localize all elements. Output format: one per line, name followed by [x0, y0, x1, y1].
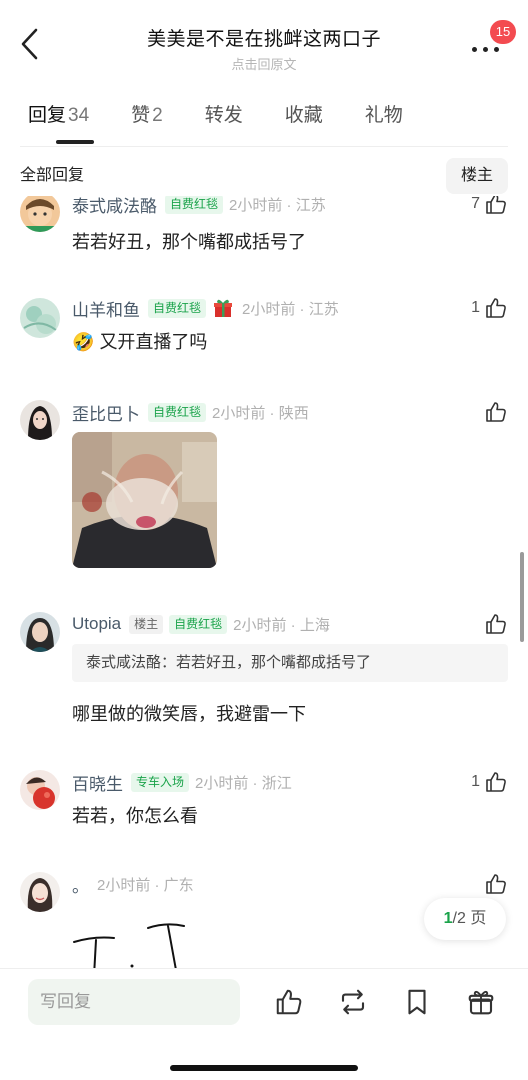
comment-text[interactable]: 若若，你怎么看 — [72, 802, 508, 828]
thumbs-up-icon — [486, 874, 506, 894]
thumbs-up-icon — [486, 402, 506, 422]
tab-label: 回复 — [28, 105, 67, 126]
timestamp: 2小时前 · 上海 — [233, 616, 330, 634]
title-block[interactable]: 美美是不是在挑衅这两口子 点击回原文 — [0, 24, 528, 73]
tab-label: 礼物 — [364, 105, 403, 126]
avatar[interactable] — [20, 770, 60, 810]
more-icon — [472, 47, 499, 52]
thumbs-up-icon — [486, 298, 506, 318]
comment-meta: 山羊和鱼 自费红毯 2小时前 · 江苏 — [72, 296, 508, 320]
tab-label: 转发 — [204, 105, 243, 126]
like-button[interactable]: 7 — [471, 196, 508, 216]
tab-reposts[interactable]: 转发 — [205, 100, 243, 144]
timestamp: 2小时前 · 浙江 — [195, 774, 292, 792]
timestamp: 2小时前 · 江苏 — [229, 196, 326, 214]
comment-list[interactable]: 泰式咸法酪 自费红毯 2小时前 · 江苏 7 若若好丑，那个嘴都成括号了 山羊和… — [0, 196, 528, 968]
user-tag: 自费红毯 — [165, 196, 224, 214]
reply-input[interactable]: 写回复 — [28, 979, 240, 1025]
back-to-post-link[interactable]: 点击回原文 — [0, 54, 528, 73]
like-button[interactable]: 1 — [471, 296, 508, 320]
thumbs-up-icon — [486, 614, 506, 634]
username[interactable]: 泰式咸法酪 — [72, 196, 157, 217]
tab-label: 收藏 — [284, 105, 323, 126]
tab-count: 2 — [152, 105, 163, 126]
avatar[interactable] — [20, 400, 60, 440]
like-button[interactable] — [484, 612, 508, 636]
repost-button[interactable] — [338, 987, 368, 1017]
page-title: 美美是不是在挑衅这两口子 — [146, 29, 381, 50]
user-tag: 自费红毯 — [148, 402, 207, 422]
avatar[interactable] — [20, 872, 60, 912]
page-indicator[interactable]: 1/2 页 — [424, 898, 506, 940]
tab-replies[interactable]: 回复 34 — [28, 100, 95, 144]
user-tag: 专车入场 — [131, 772, 190, 792]
notification-badge: 15 — [490, 20, 516, 44]
bookmark-icon — [408, 989, 426, 1015]
quoted-reply[interactable]: 泰式咸法酪：若若好丑，那个嘴都成括号了 — [72, 644, 508, 682]
username[interactable]: 歪比巴卜 — [72, 400, 140, 425]
like-button[interactable] — [484, 400, 508, 424]
comment-meta: 。 2小时前 · 广东 — [72, 872, 508, 896]
timestamp: 2小时前 · 江苏 — [242, 300, 339, 318]
emoji: 🤣 — [72, 332, 95, 352]
timestamp: 2小时前 · 广东 — [97, 876, 194, 894]
gift-icon — [468, 990, 494, 1015]
comment-meta: 百晓生 专车入场 2小时前 · 浙江 — [72, 770, 508, 794]
header: 美美是不是在挑衅这两口子 点击回原文 15 — [0, 0, 528, 90]
repost-icon — [341, 989, 365, 1015]
like-count: 1 — [471, 299, 480, 316]
like-button[interactable]: 1 — [471, 770, 508, 794]
owner-tag: 楼主 — [129, 614, 164, 634]
thumbs-up-icon — [276, 989, 302, 1015]
comment-meta: 泰式咸法酪 自费红毯 2小时前 · 江苏 — [72, 196, 508, 216]
section-title: 全部回复 — [20, 167, 85, 184]
tab-likes[interactable]: 赞2 — [131, 100, 163, 144]
username[interactable]: 百晓生 — [72, 770, 123, 795]
thumbs-up-icon — [486, 772, 506, 792]
tab-gifts[interactable]: 礼物 — [365, 100, 403, 144]
home-indicator[interactable] — [170, 1065, 358, 1071]
username[interactable]: Utopia — [72, 614, 121, 634]
comment-meta: 歪比巴卜 自费红毯 2小时前 · 陕西 — [72, 400, 508, 424]
avatar[interactable] — [20, 298, 60, 338]
timestamp: 2小时前 · 陕西 — [212, 404, 309, 422]
section-header: 全部回复 楼主 — [20, 158, 508, 194]
user-tag: 自费红毯 — [169, 614, 228, 634]
scrollbar[interactable] — [520, 552, 524, 642]
total-pages: /2 页 — [452, 910, 487, 927]
username[interactable]: 山羊和鱼 — [72, 296, 140, 321]
like-button[interactable] — [484, 872, 508, 896]
like-count: 7 — [471, 196, 480, 212]
tab-label: 赞 — [131, 105, 151, 126]
avatar[interactable] — [20, 612, 60, 652]
divider — [20, 146, 508, 147]
username[interactable]: 。 — [72, 872, 89, 897]
comment-meta: Utopia 楼主 自费红毯 2小时前 · 上海 — [72, 612, 508, 636]
gift-button[interactable] — [466, 987, 496, 1017]
like-post-button[interactable] — [274, 987, 304, 1017]
bottom-bar: 写回复 — [0, 968, 528, 1080]
tab-favorites[interactable]: 收藏 — [285, 100, 323, 144]
comment-text[interactable]: 哪里做的微笑唇，我避雷一下 — [72, 700, 508, 726]
comment-image[interactable] — [72, 432, 217, 568]
handwriting-sketch — [72, 918, 192, 968]
like-count: 1 — [471, 773, 480, 790]
comment-text[interactable]: 🤣 又开直播了吗 — [72, 328, 508, 354]
tab-count: 34 — [68, 105, 90, 126]
comment-text[interactable]: 若若好丑，那个嘴都成括号了 — [72, 228, 508, 254]
thumbs-up-icon — [486, 196, 506, 214]
current-page: 1 — [443, 910, 453, 927]
avatar[interactable] — [20, 196, 60, 232]
gift-icon — [212, 297, 234, 319]
user-tag: 自费红毯 — [148, 298, 207, 318]
favorite-button[interactable] — [402, 987, 432, 1017]
comment-text-body: 又开直播了吗 — [99, 332, 208, 352]
tab-bar: 回复 34 赞2 转发 收藏 礼物 — [28, 100, 445, 144]
owner-filter-button[interactable]: 楼主 — [446, 158, 508, 194]
